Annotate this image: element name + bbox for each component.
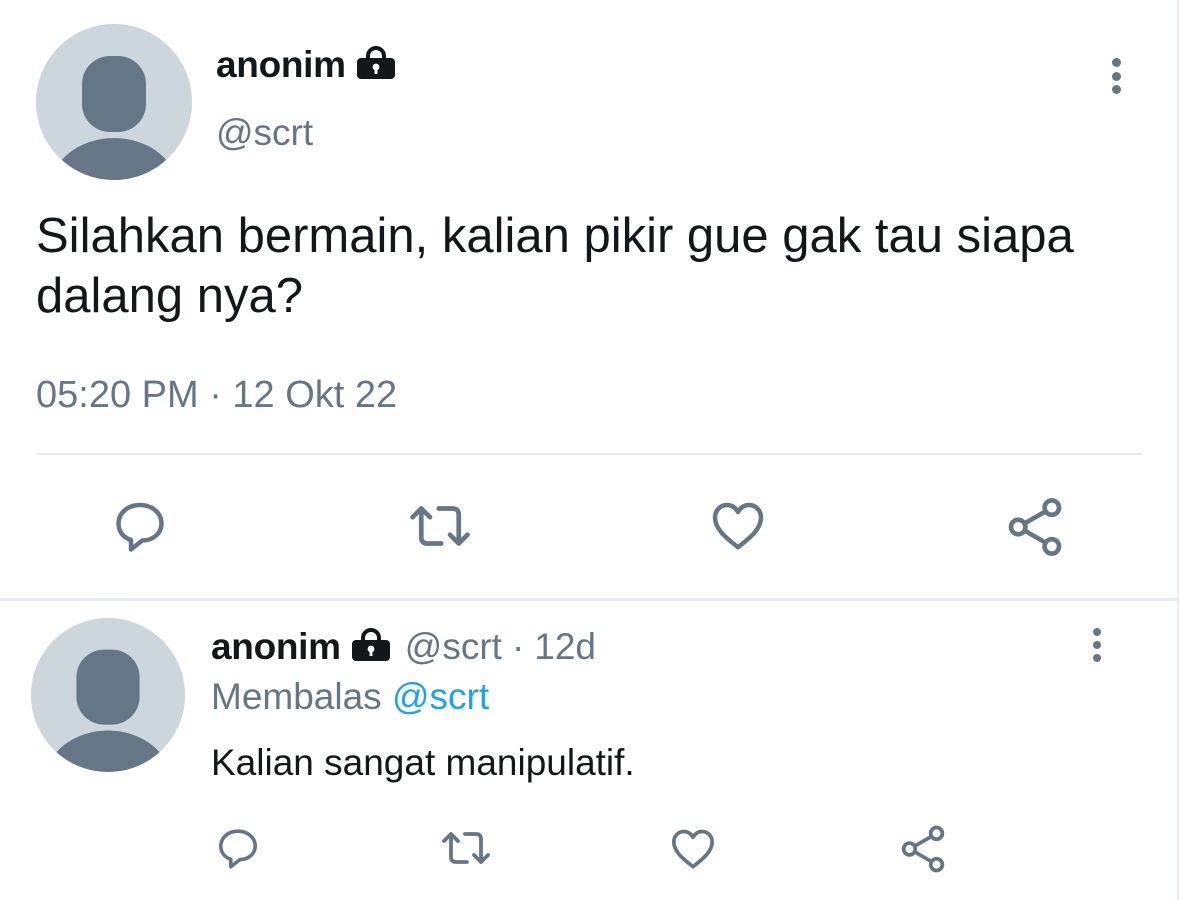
- reply-header: anonim @scrt · 12d: [211, 626, 596, 668]
- more-vertical-icon: [1111, 58, 1121, 67]
- reply-button[interactable]: [214, 824, 262, 872]
- share-button[interactable]: [898, 824, 948, 874]
- avatar[interactable]: [31, 618, 185, 772]
- more-options-button[interactable]: [1109, 58, 1123, 94]
- default-avatar-icon: [31, 618, 185, 772]
- retweet-button[interactable]: [438, 824, 494, 872]
- replying-to: Membalas @scrt: [211, 676, 489, 718]
- reply-button[interactable]: [110, 496, 170, 556]
- more-options-button[interactable]: [1091, 628, 1103, 662]
- author-name[interactable]: anonim: [211, 626, 341, 668]
- author-row: anonim: [216, 44, 396, 86]
- author-handle[interactable]: @scrt: [216, 112, 313, 154]
- mention-link[interactable]: @scrt: [392, 676, 489, 717]
- author-handle[interactable]: @scrt: [405, 626, 502, 668]
- like-icon: [671, 829, 715, 869]
- divider: [36, 453, 1142, 455]
- reply-time[interactable]: 12d: [534, 626, 596, 668]
- like-button[interactable]: [668, 824, 718, 874]
- reply-icon: [116, 502, 164, 552]
- tweet-timestamp[interactable]: 05:20 PM · 12 Okt 22: [36, 374, 397, 417]
- retweet-button[interactable]: [406, 496, 474, 556]
- like-icon: [712, 502, 764, 550]
- avatar[interactable]: [36, 24, 192, 180]
- like-button[interactable]: [708, 496, 768, 556]
- replying-label: Membalas: [211, 676, 382, 717]
- main-tweet: anonim @scrt Silahkan bermain, kalian pi…: [0, 0, 1177, 598]
- more-vertical-icon: [1093, 628, 1101, 636]
- lock-icon: [356, 45, 396, 85]
- default-avatar-icon: [36, 24, 192, 180]
- share-icon: [1008, 498, 1062, 556]
- retweet-icon: [410, 506, 470, 546]
- author-name[interactable]: anonim: [216, 44, 346, 86]
- share-icon: [901, 825, 945, 873]
- share-button[interactable]: [1004, 496, 1066, 558]
- tweet-text: Silahkan bermain, kalian pikir gue gak t…: [36, 209, 1074, 323]
- retweet-icon: [442, 832, 490, 864]
- reply-icon: [219, 829, 257, 869]
- lock-icon: [351, 627, 391, 667]
- separator-dot: ·: [511, 626, 525, 667]
- tweet-separator: [0, 598, 1177, 601]
- reply-text: Kalian sangat manipulatif.: [211, 742, 635, 783]
